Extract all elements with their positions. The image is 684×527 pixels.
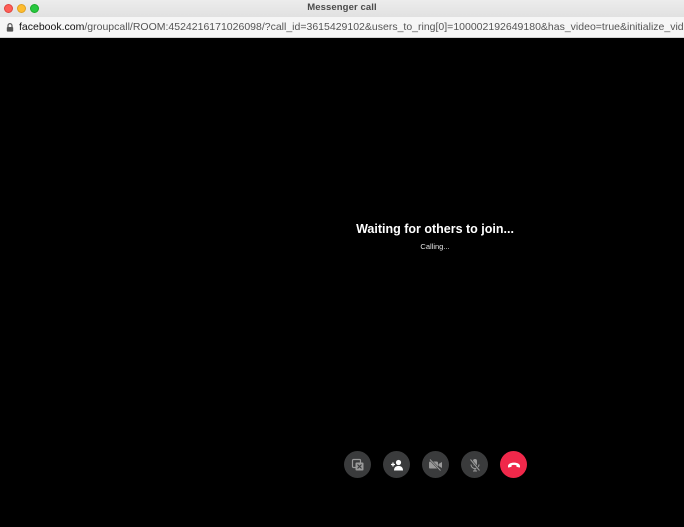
window-title: Messenger call [307,2,377,13]
toggle-mic-button[interactable] [461,451,488,478]
screen-share-off-icon [351,458,363,470]
url-text[interactable]: facebook.com/groupcall/ROOM:452421617102… [19,21,684,33]
end-call-button[interactable] [500,451,527,478]
add-participant-button[interactable] [383,451,410,478]
call-status-title: Waiting for others to join... [356,222,514,236]
video-off-icon [429,458,442,471]
add-person-icon [390,459,403,470]
title-bar: Messenger call [0,0,684,17]
url-path: /groupcall/ROOM:4524216171026098/?call_i… [84,21,684,33]
address-bar[interactable]: facebook.com/groupcall/ROOM:452421617102… [0,17,684,38]
lock-icon [6,23,14,32]
call-stage: Waiting for others to join... Calling... [0,38,684,527]
messenger-call-window: Messenger call facebook.com/groupcall/RO… [0,0,684,527]
call-status-subtitle: Calling... [420,242,450,251]
toggle-video-button[interactable] [422,451,449,478]
end-call-icon [507,462,520,468]
mic-off-icon [469,458,480,472]
screen-share-button[interactable] [344,451,371,478]
url-host: facebook.com [19,21,85,33]
